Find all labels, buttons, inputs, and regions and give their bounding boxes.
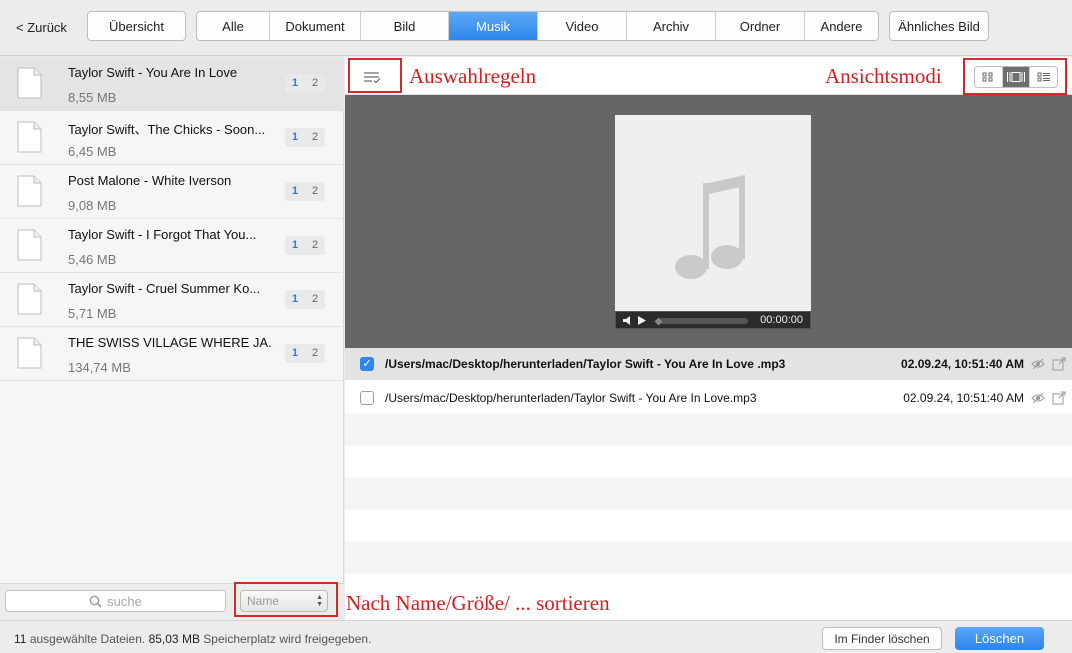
search-icon: [89, 595, 102, 608]
tab-alle[interactable]: Alle: [197, 12, 270, 40]
music-note-icon: [675, 175, 745, 279]
file-size: 6,45 MB: [68, 144, 117, 159]
preview-area: 00:00:00: [345, 95, 1072, 348]
file-name: Taylor Swift - I Forgot That You...: [68, 227, 257, 242]
file-name: Post Malone - White Iverson: [68, 173, 232, 188]
empty-row: [345, 446, 1072, 478]
tab-dokument[interactable]: Dokument: [270, 12, 361, 40]
duplicate-count-badge: 12: [285, 236, 325, 255]
table-row[interactable]: /Users/mac/Desktop/herunterladen/Taylor …: [345, 382, 1072, 414]
album-art: [615, 115, 811, 311]
eye-icon[interactable]: [1031, 357, 1045, 371]
duplicate-count-badge: 12: [285, 182, 325, 201]
delete-in-finder-button[interactable]: Im Finder löschen: [822, 627, 942, 650]
tab-video[interactable]: Video: [538, 12, 627, 40]
tab-musik[interactable]: Musik: [449, 12, 538, 40]
duplicate-count-badge: 12: [285, 74, 325, 93]
annotation-box-rules: [348, 58, 402, 93]
file-row[interactable]: Taylor Swift - Cruel Summer Ko... 5,71 M…: [0, 273, 344, 327]
empty-row: [345, 510, 1072, 542]
play-icon[interactable]: [637, 315, 647, 326]
file-row[interactable]: Taylor Swift - You Are In Love 8,55 MB 1…: [0, 57, 344, 111]
similar-image-button[interactable]: Ähnliches Bild: [889, 11, 989, 41]
back-button[interactable]: < Zurück: [16, 20, 67, 35]
search-placeholder: suche: [107, 593, 142, 609]
modified-date: 02.09.24, 10:51:40 AM: [903, 391, 1024, 405]
duplicate-list: ✓ /Users/mac/Desktop/herunterladen/Taylo…: [345, 348, 1072, 620]
toolbar: < Zurück Übersicht Alle Dokument Bild Mu…: [0, 0, 1072, 56]
file-icon: [17, 175, 42, 207]
file-icon: [17, 67, 42, 99]
file-row[interactable]: THE SWISS VILLAGE WHERE JA... 134,74 MB …: [0, 327, 344, 381]
file-row[interactable]: Taylor Swift - I Forgot That You... 5,46…: [0, 219, 344, 273]
file-size: 8,55 MB: [68, 90, 117, 105]
empty-row: [345, 478, 1072, 510]
annotation-sort: Nach Name/Größe/ ... sortieren: [346, 591, 610, 615]
annotation-viewmodes: Ansichtsmodi: [825, 64, 942, 88]
tab-ordner[interactable]: Ordner: [716, 12, 805, 40]
file-row[interactable]: Post Malone - White Iverson 9,08 MB 12: [0, 165, 344, 219]
eye-icon[interactable]: [1031, 391, 1045, 405]
file-size: 5,71 MB: [68, 306, 117, 321]
annotation-box-viewmodes: [963, 58, 1067, 95]
annotation-box-sort: [234, 582, 338, 617]
file-path: /Users/mac/Desktop/herunterladen/Taylor …: [385, 357, 786, 371]
file-icon: [17, 337, 42, 369]
duplicate-count-badge: 12: [285, 128, 325, 147]
open-external-icon[interactable]: [1052, 391, 1066, 405]
annotation-rules: Auswahlregeln: [409, 64, 537, 88]
row-checkbox[interactable]: [360, 391, 374, 405]
file-icon: [17, 283, 42, 315]
file-list: Taylor Swift - You Are In Love 8,55 MB 1…: [0, 57, 344, 583]
modified-date: 02.09.24, 10:51:40 AM: [901, 357, 1024, 371]
status-summary: 11 ausgewählte Dateien. 85,03 MB Speiche…: [14, 632, 372, 646]
progress-track[interactable]: [658, 318, 748, 324]
open-external-icon[interactable]: [1052, 357, 1066, 371]
audio-player: 00:00:00: [615, 311, 811, 329]
file-name: Taylor Swift - You Are In Love: [68, 65, 238, 80]
file-name: Taylor Swift、The Chicks - Soon...: [68, 122, 266, 137]
file-name: Taylor Swift - Cruel Summer Ko...: [68, 281, 261, 296]
playback-time: 00:00:00: [760, 314, 803, 326]
empty-row: [345, 542, 1072, 574]
file-icon: [17, 229, 42, 261]
category-tabs: Alle Dokument Bild Musik Video Archiv Or…: [196, 11, 879, 41]
file-size: 134,74 MB: [68, 360, 131, 375]
duplicate-count-badge: 12: [285, 344, 325, 363]
duplicate-count-badge: 12: [285, 290, 325, 309]
volume-icon[interactable]: [622, 315, 634, 326]
overview-button[interactable]: Übersicht: [87, 11, 186, 41]
search-input[interactable]: suche: [5, 590, 226, 612]
file-icon: [17, 121, 42, 153]
table-row[interactable]: ✓ /Users/mac/Desktop/herunterladen/Taylo…: [345, 348, 1072, 380]
file-name: THE SWISS VILLAGE WHERE JA...: [68, 335, 273, 350]
file-path: /Users/mac/Desktop/herunterladen/Taylor …: [385, 391, 757, 405]
status-bar: 11 ausgewählte Dateien. 85,03 MB Speiche…: [0, 620, 1072, 653]
delete-button[interactable]: Löschen: [955, 627, 1044, 650]
file-size: 5,46 MB: [68, 252, 117, 267]
tab-archiv[interactable]: Archiv: [627, 12, 716, 40]
row-checkbox[interactable]: ✓: [360, 357, 374, 371]
file-size: 9,08 MB: [68, 198, 117, 213]
tab-bild[interactable]: Bild: [361, 12, 449, 40]
tab-andere[interactable]: Andere: [805, 12, 878, 40]
progress-handle-icon[interactable]: [654, 317, 663, 326]
empty-row: [345, 414, 1072, 446]
file-row[interactable]: Taylor Swift、The Chicks - Soon... 6,45 M…: [0, 111, 344, 165]
